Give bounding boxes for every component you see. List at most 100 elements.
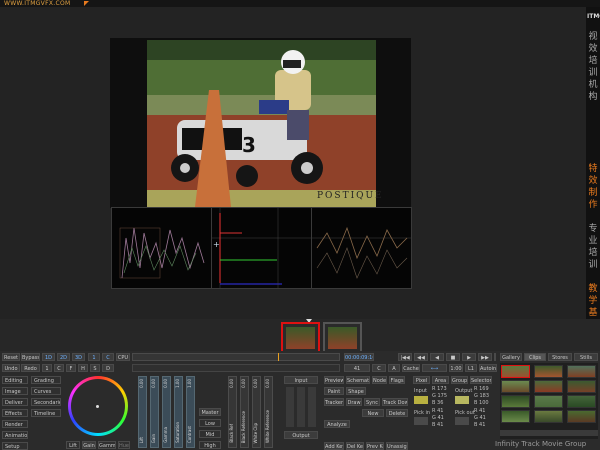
tracker-button[interactable]: Tracker: [324, 398, 344, 406]
tab-clips[interactable]: Clips: [524, 353, 546, 361]
del-key-button[interactable]: Del Key: [346, 442, 364, 450]
rewind-button[interactable]: ◀◀: [414, 353, 428, 361]
undo-button[interactable]: Undo: [2, 364, 20, 372]
c-button[interactable]: C: [102, 353, 114, 361]
3d-button[interactable]: 3D: [72, 353, 85, 361]
menu-animation[interactable]: Animation: [2, 431, 28, 439]
analyze-button[interactable]: Analyze: [324, 420, 350, 428]
s-key-button[interactable]: S: [90, 364, 100, 372]
black-ref-slider[interactable]: 0.00 Black Ref: [228, 376, 237, 448]
high-button[interactable]: High: [199, 441, 221, 449]
shape-button[interactable]: Shape: [346, 387, 366, 395]
mid-button[interactable]: Mid: [199, 430, 221, 438]
c-key-button[interactable]: C: [54, 364, 64, 372]
speed-field[interactable]: 1:00: [449, 364, 463, 372]
timeline-playhead[interactable]: [278, 353, 279, 361]
sync-button[interactable]: Sync: [364, 398, 380, 406]
add-key-button[interactable]: Add Key: [324, 442, 344, 450]
tab-stills[interactable]: Stills: [574, 353, 598, 361]
bin-scrollbar[interactable]: [500, 430, 598, 436]
gamma-wheel-button[interactable]: Gamma: [98, 441, 116, 449]
low-button[interactable]: Low: [199, 419, 221, 427]
schematic-button[interactable]: Schematic: [346, 376, 370, 384]
loop-icon[interactable]: ⟷: [422, 364, 447, 372]
l1-field[interactable]: L1: [465, 364, 477, 372]
timeline-track[interactable]: [132, 364, 340, 372]
cpu-button[interactable]: CPU: [116, 353, 130, 361]
tab-stores[interactable]: Stores: [548, 353, 572, 361]
bypass-button[interactable]: Bypass: [21, 353, 40, 361]
menu-timeline[interactable]: Timeline: [31, 409, 61, 417]
new-button[interactable]: New: [362, 409, 384, 417]
c-field[interactable]: C: [372, 364, 386, 372]
go-end-button[interactable]: ▶▶|: [494, 353, 496, 361]
bin-thumbnail[interactable]: [567, 380, 596, 393]
input-node-button[interactable]: Input: [284, 376, 318, 384]
redo-button[interactable]: Redo: [21, 364, 40, 372]
saturation-slider[interactable]: 1.00 Saturation: [174, 376, 183, 448]
2d-button[interactable]: 2D: [57, 353, 70, 361]
menu-effects[interactable]: Effects: [2, 409, 28, 417]
bin-thumbnail[interactable]: [534, 365, 563, 378]
contrast-slider[interactable]: 1.00 Contrast: [186, 376, 195, 448]
node-grid[interactable]: [286, 387, 316, 427]
reset-button[interactable]: Reset: [2, 353, 20, 361]
tab-selector[interactable]: Selector: [470, 376, 492, 384]
gamma-slider[interactable]: 0.00 Gamma: [162, 376, 171, 448]
flags-button[interactable]: Flags: [389, 376, 405, 384]
h-key-button[interactable]: H: [78, 364, 88, 372]
wheel-puck-icon[interactable]: [96, 405, 99, 408]
lift-wheel-button[interactable]: Lift: [66, 441, 80, 449]
menu-setup[interactable]: Setup: [2, 442, 28, 450]
menu-deliver[interactable]: Deliver: [2, 398, 28, 406]
stop-button[interactable]: ■: [446, 353, 460, 361]
draw-button[interactable]: Draw: [346, 398, 362, 406]
f-key-button[interactable]: F: [66, 364, 76, 372]
bin-thumbnail[interactable]: [534, 395, 563, 408]
tab-gallery[interactable]: Gallery: [500, 353, 522, 361]
preview-button[interactable]: Preview: [324, 376, 344, 384]
one-key-button[interactable]: 1: [42, 364, 52, 372]
tab-group[interactable]: Group: [451, 376, 468, 384]
prev-key-button[interactable]: Prev Key: [366, 442, 384, 450]
paint-button[interactable]: Paint: [324, 387, 344, 395]
menu-render[interactable]: Render: [2, 420, 28, 428]
menu-grading[interactable]: Grading: [31, 376, 61, 384]
autoin-button[interactable]: Autoin: [479, 364, 497, 372]
tab-area[interactable]: Area: [432, 376, 449, 384]
unassign-button[interactable]: Unassign: [386, 442, 408, 450]
cache-button[interactable]: Cache: [402, 364, 420, 372]
clip-thumbnail-2[interactable]: [323, 322, 362, 354]
d-key-button[interactable]: D: [102, 364, 114, 372]
a-field[interactable]: A: [388, 364, 400, 372]
bin-thumbnail[interactable]: [501, 380, 530, 393]
bin-thumbnail[interactable]: [534, 410, 563, 423]
menu-secondaries[interactable]: Secondaries: [31, 398, 61, 406]
clip-thumbnail-1[interactable]: [281, 322, 320, 354]
tab-pixel[interactable]: Pixel: [413, 376, 430, 384]
menu-curves[interactable]: Curves: [31, 387, 61, 395]
bin-thumbnail[interactable]: [567, 410, 596, 423]
play-button[interactable]: ▶: [462, 353, 476, 361]
black-reference-slider[interactable]: 0.00 Black Reference: [240, 376, 249, 448]
white-clip-slider[interactable]: 0.00 White Clip: [252, 376, 261, 448]
bin-thumbnail[interactable]: [501, 365, 530, 378]
lift-slider[interactable]: 0.00 Lift: [138, 376, 147, 448]
bin-thumbnail[interactable]: [501, 395, 530, 408]
one-button[interactable]: 1: [88, 353, 100, 361]
step-back-button[interactable]: ◀: [430, 353, 444, 361]
fast-forward-button[interactable]: ▶▶: [478, 353, 492, 361]
delete-button[interactable]: Delete: [386, 409, 408, 417]
nodes-button[interactable]: Nodes: [372, 376, 387, 384]
gain-wheel-button[interactable]: Gain: [82, 441, 96, 449]
output-node-button[interactable]: Output: [284, 431, 318, 439]
bin-thumbnail[interactable]: [567, 395, 596, 408]
timeline-scrub-bar[interactable]: [132, 353, 340, 361]
white-reference-slider[interactable]: 0.00 White Reference: [264, 376, 273, 448]
frame-field[interactable]: 41: [344, 364, 370, 372]
gain-slider[interactable]: 0.00 Gain: [150, 376, 159, 448]
hue-wheel-button[interactable]: Hue: [118, 441, 130, 449]
bin-thumbnail[interactable]: [501, 410, 530, 423]
color-wheel[interactable]: [68, 376, 128, 436]
1d-button[interactable]: 1D: [42, 353, 55, 361]
